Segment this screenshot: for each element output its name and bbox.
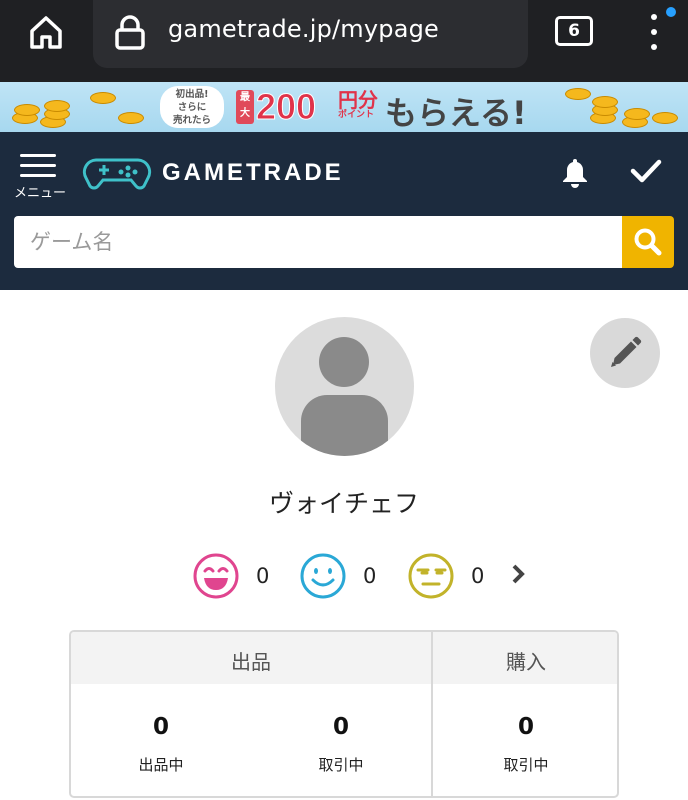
rating-bad: 0 <box>407 552 484 600</box>
search-input[interactable] <box>14 216 622 268</box>
listing-label: 出品中 <box>138 756 184 774</box>
rating-normal-count: 0 <box>363 564 377 588</box>
edit-profile-button[interactable] <box>590 318 660 388</box>
logo-text: GAMETRADE <box>162 159 344 186</box>
rating-normal: 0 <box>299 552 376 600</box>
update-dot <box>666 7 676 17</box>
banner-main-text: もらえる! <box>385 94 527 132</box>
listing-count: 0 <box>152 714 169 740</box>
check-icon <box>630 159 662 183</box>
home-icon <box>30 16 62 49</box>
promo-banner[interactable]: 初出品! さらに 売れたら 最大 200 円分 ポイント もらえる! <box>0 82 688 132</box>
menu-label: メニュー <box>14 186 67 201</box>
buy-header: 購入 <box>506 650 546 674</box>
banner-amount: 200 <box>255 86 317 128</box>
site-header: メニュー GAMETRADE <box>0 132 688 290</box>
todo-button[interactable] <box>630 158 662 188</box>
bell-icon <box>563 159 587 188</box>
search-button[interactable] <box>622 216 674 268</box>
avatar[interactable] <box>275 317 414 456</box>
unamused-face-icon <box>408 553 454 599</box>
search-icon <box>634 228 662 256</box>
menu-button[interactable] <box>20 154 56 184</box>
trade-stats-table: 出品 購入 0 出品中 0 取引中 0 取引中 <box>69 630 619 798</box>
rating-bad-count: 0 <box>471 564 485 588</box>
rating-summary[interactable]: 0 0 0 <box>0 552 688 602</box>
site-logo[interactable]: GAMETRADE <box>82 156 344 190</box>
home-button[interactable] <box>22 8 70 56</box>
hamburger-icon <box>20 154 56 177</box>
banner-prefix: 最大 <box>236 90 254 124</box>
url-text: gametrade.jp/mypage <box>168 15 440 43</box>
sell-trading-count: 0 <box>332 714 349 740</box>
banner-small-text: 初出品! さらに 売れたら <box>160 86 224 128</box>
notifications-button[interactable] <box>560 156 590 192</box>
address-bar[interactable]: gametrade.jp/mypage <box>93 0 528 68</box>
laughing-face-icon <box>193 553 239 599</box>
sell-header: 出品 <box>231 650 271 674</box>
buy-trading-label: 取引中 <box>503 756 549 774</box>
tab-count: 6 <box>568 21 580 41</box>
rating-good: 0 <box>192 552 269 600</box>
chevron-right-icon[interactable] <box>510 562 528 586</box>
sell-trading-label: 取引中 <box>318 756 364 774</box>
gamepad-icon <box>82 158 152 190</box>
tab-switcher-button[interactable]: 6 <box>555 16 593 46</box>
pencil-icon <box>611 336 642 367</box>
buy-trading-count: 0 <box>517 714 534 740</box>
smiling-face-icon <box>300 553 346 599</box>
browser-menu-button[interactable] <box>645 10 665 54</box>
browser-toolbar: gametrade.jp/mypage 6 <box>0 0 688 82</box>
lock-icon <box>115 15 145 50</box>
banner-unit: 円分 ポイント <box>338 88 378 120</box>
rating-good-count: 0 <box>256 564 270 588</box>
username: ヴォイチェフ <box>268 489 419 518</box>
